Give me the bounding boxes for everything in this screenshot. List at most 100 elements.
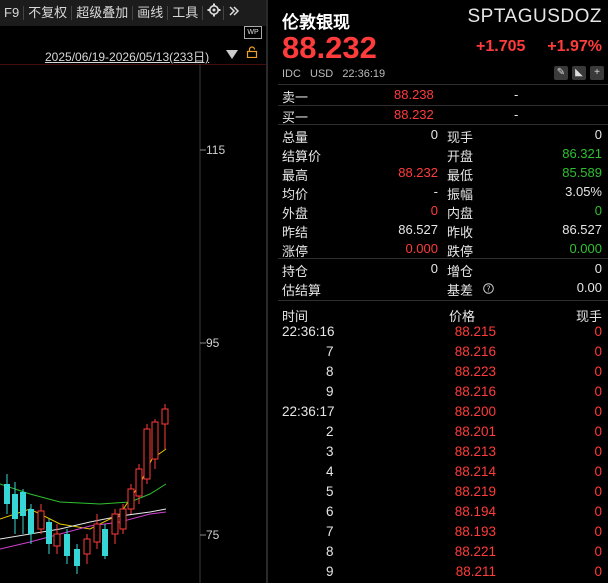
- avg-price-label: 均价: [282, 187, 309, 202]
- trade-volume: 0: [594, 564, 602, 579]
- market-label: IDC: [282, 68, 301, 80]
- quote-panel: 伦敦银现 SPTAGUSDOZ 88.232 +1.705 +1.97% IDC…: [272, 0, 608, 583]
- candle-body: [46, 522, 52, 544]
- ask-label: 卖一: [282, 90, 309, 105]
- candle-body: [127, 488, 135, 510]
- low-price: 85.589: [562, 165, 602, 180]
- trade-price: 88.216: [454, 344, 496, 359]
- candle-body: [20, 492, 26, 516]
- wp-badge[interactable]: WP: [244, 26, 262, 39]
- candle-body: [119, 508, 127, 530]
- trade-volume: 0: [594, 464, 602, 479]
- separator: [278, 300, 608, 301]
- current-hand-label: 现手: [447, 130, 474, 145]
- low-label: 最低: [447, 168, 474, 183]
- candle-body: [102, 529, 108, 556]
- instrument-code: SPTAGUSDOZ: [467, 6, 602, 27]
- trade-row: 7 88.193 0: [282, 524, 602, 544]
- trade-time: 22:36:16: [282, 324, 335, 339]
- trade-row: 8 88.223 0: [282, 364, 602, 384]
- trade-time: 6: [326, 504, 334, 519]
- ask-volume: -: [514, 87, 519, 102]
- settle-price-label: 结算价: [282, 149, 322, 164]
- draw-line-button[interactable]: 画线: [133, 0, 167, 26]
- separator: [278, 84, 608, 85]
- stats-row-basis: 估结算 基差 ? 0.00: [282, 279, 602, 298]
- candle-body: [135, 468, 143, 497]
- total-volume-label: 总量: [282, 130, 309, 145]
- add-icon[interactable]: +: [590, 66, 604, 80]
- current-hand: 0: [594, 127, 602, 142]
- trade-volume: 0: [594, 504, 602, 519]
- candlestick-chart[interactable]: 115 95 75: [0, 64, 266, 583]
- edit-icon[interactable]: ✎: [554, 66, 568, 80]
- candle-body: [53, 533, 61, 547]
- f9-button[interactable]: F9: [0, 0, 23, 26]
- trades-price-header: 价格: [449, 309, 476, 324]
- price-change: +1.705: [476, 38, 526, 55]
- trade-volume: 0: [594, 524, 602, 539]
- candle-body: [111, 513, 119, 535]
- stats-row-limits: 涨停 0.000 跌停 0.000: [282, 240, 602, 259]
- svg-text:?: ?: [486, 284, 490, 293]
- trade-row: 7 88.216 0: [282, 344, 602, 364]
- outer-volume-label: 外盘: [282, 206, 309, 221]
- trade-price: 88.221: [454, 544, 496, 559]
- double-chevron-right-icon[interactable]: [224, 0, 244, 26]
- trade-time: 2: [326, 424, 334, 439]
- candle-body: [93, 523, 101, 543]
- quote-tools: ✎ ◣ +: [554, 66, 604, 80]
- candle-body: [4, 484, 10, 504]
- trades-header: 时间 价格 现手: [282, 306, 602, 324]
- dropdown-arrow-icon[interactable]: [226, 50, 238, 59]
- ask-price: 88.238: [394, 87, 434, 102]
- limit-down: 0.000: [569, 241, 602, 256]
- trade-price: 88.211: [455, 564, 496, 579]
- y-axis-label: 95: [206, 336, 220, 350]
- trade-time: 8: [326, 544, 334, 559]
- trade-price: 88.223: [454, 364, 496, 379]
- lock-icon[interactable]: [246, 46, 258, 58]
- trades-volume-header: 现手: [575, 309, 602, 324]
- trade-time: 7: [326, 344, 334, 359]
- gear-icon[interactable]: [203, 0, 223, 26]
- prev-close-label: 昨收: [447, 225, 474, 240]
- trade-volume: 0: [594, 344, 602, 359]
- candle-body: [83, 538, 91, 555]
- price-adjust-button[interactable]: 不复权: [24, 0, 71, 26]
- candle-body: [74, 549, 80, 566]
- stats-row-avg: 均价 - 振幅 3.05%: [282, 183, 602, 202]
- open-interest-label: 持仓: [282, 264, 309, 279]
- trade-row: 6 88.194 0: [282, 504, 602, 524]
- trade-price: 88.219: [454, 484, 496, 499]
- basis-label: 基差: [447, 283, 474, 298]
- est-settle-label: 估结算: [282, 283, 322, 298]
- bid-price: 88.232: [394, 107, 434, 122]
- trade-time: 9: [326, 564, 334, 579]
- trade-volume: 0: [594, 424, 602, 439]
- stats-row-volume: 总量 0 现手 0: [282, 126, 602, 145]
- expand-icon[interactable]: ◣: [572, 66, 586, 80]
- bid-row: 买一 88.232 -: [282, 106, 602, 125]
- date-range-label[interactable]: 2025/06/19-2026/05/13(233日): [45, 48, 209, 65]
- info-icon[interactable]: ?: [483, 282, 494, 297]
- stats-row-inout: 外盘 0 内盘 0: [282, 202, 602, 221]
- separator: [278, 124, 608, 125]
- super-overlay-button[interactable]: 超级叠加: [72, 0, 132, 26]
- trade-row: 8 88.221 0: [282, 544, 602, 564]
- trade-time: 3: [326, 444, 334, 459]
- tools-button[interactable]: 工具: [168, 0, 202, 26]
- stats-row-oi: 持仓 0 增仓 0: [282, 260, 602, 279]
- inner-volume: 0: [594, 203, 602, 218]
- trade-volume: 0: [594, 544, 602, 559]
- trade-time: 22:36:17: [282, 404, 335, 419]
- amplitude: 3.05%: [565, 184, 602, 199]
- date-range-row: 2025/06/19-2026/05/13(233日): [0, 44, 268, 66]
- inner-volume-label: 内盘: [447, 206, 474, 221]
- trade-row: 3 88.213 0: [282, 444, 602, 464]
- trade-volume: 0: [594, 484, 602, 499]
- trade-time: 7: [326, 524, 334, 539]
- kline-chart-panel: F9 不复权 超级叠加 画线 工具 WP 2025/06/19-2026/05/…: [0, 0, 268, 583]
- panel-divider[interactable]: [266, 0, 268, 583]
- currency-label: USD: [310, 68, 334, 80]
